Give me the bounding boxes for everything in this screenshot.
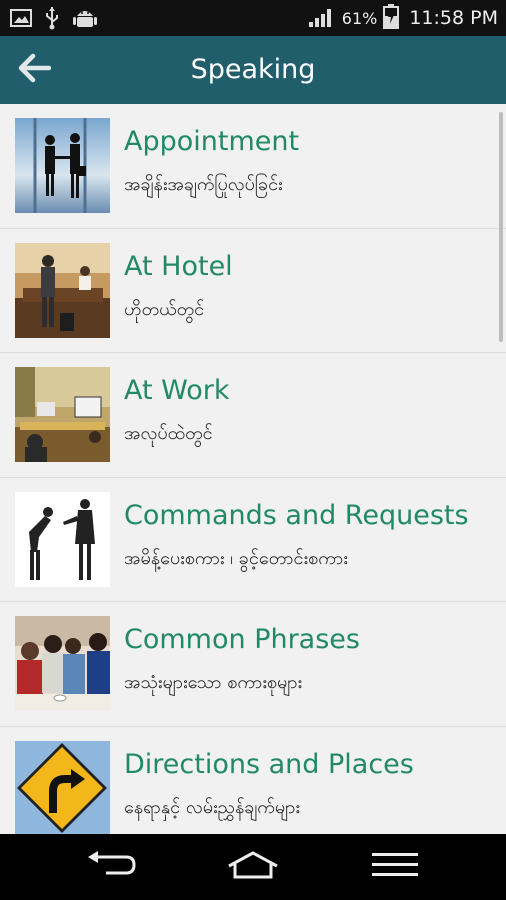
friends-thumbnail bbox=[15, 616, 110, 711]
image-icon bbox=[10, 8, 32, 32]
topic-title: Common Phrases bbox=[124, 624, 360, 655]
road-sign-thumbnail bbox=[15, 740, 110, 834]
system-nav-bar bbox=[0, 834, 506, 900]
hotel-thumbnail bbox=[15, 242, 110, 338]
list-item[interactable]: At Work အလုပ်ထဲတွင် bbox=[0, 353, 506, 478]
topic-list[interactable]: Appointment အချိန်းအချက်ပြုလုပ်ခြင်း At … bbox=[0, 104, 506, 834]
handshake-thumbnail bbox=[15, 118, 110, 213]
list-item[interactable]: At Hotel ဟိုတယ်တွင် bbox=[0, 228, 506, 353]
status-bar: 61% 11:58 PM bbox=[0, 0, 506, 36]
list-scrollbar[interactable] bbox=[499, 112, 503, 342]
list-item[interactable]: Commands and Requests အမိန့်ပေးစကား ၊ ခွ… bbox=[0, 477, 506, 602]
status-right: 61% 11:58 PM bbox=[308, 0, 498, 36]
topic-title: At Hotel bbox=[124, 250, 233, 282]
battery-percent: 61% bbox=[341, 8, 378, 28]
menu-nav-icon bbox=[372, 852, 418, 882]
topic-title: Appointment bbox=[124, 126, 300, 157]
topic-title: Commands and Requests bbox=[124, 499, 469, 531]
nav-home-button[interactable] bbox=[223, 846, 283, 888]
nav-menu-button[interactable] bbox=[365, 846, 425, 888]
signal-icon bbox=[308, 4, 336, 32]
topic-title: At Work bbox=[124, 375, 230, 406]
topic-subtitle: ဟိုတယ်တွင် bbox=[124, 298, 205, 320]
usb-icon bbox=[44, 6, 60, 34]
arrow-back-icon bbox=[17, 53, 52, 87]
topic-title: Directions and Places bbox=[124, 748, 414, 780]
topic-subtitle: အမိန့်ပေးစကား ၊ ခွင့်တောင်းစကား bbox=[124, 547, 348, 569]
topic-subtitle: နေရာနှင့် လမ်းညွှန်ချက်များ bbox=[124, 796, 300, 818]
back-nav-icon bbox=[86, 851, 138, 883]
office-thumbnail bbox=[15, 367, 110, 462]
list-item[interactable]: Appointment အချိန်းအချက်ပြုလုပ်ခြင်း bbox=[0, 104, 506, 229]
status-left-icons bbox=[10, 6, 98, 34]
back-button[interactable] bbox=[14, 50, 54, 90]
bowing-people-thumbnail bbox=[15, 491, 110, 587]
page-title: Speaking bbox=[190, 54, 316, 85]
clock: 11:58 PM bbox=[409, 7, 498, 29]
battery-charging-icon bbox=[383, 3, 400, 33]
list-item[interactable]: Common Phrases အသုံးများသော စကားစုများ bbox=[0, 602, 506, 727]
android-icon bbox=[72, 6, 98, 34]
app-bar: Speaking bbox=[0, 36, 506, 104]
topic-subtitle: အသုံးများသော စကားစုများ bbox=[124, 672, 303, 693]
topic-subtitle: အလုပ်ထဲတွင် bbox=[124, 423, 213, 444]
home-nav-icon bbox=[225, 850, 281, 884]
nav-back-button[interactable] bbox=[82, 846, 142, 888]
list-item[interactable]: Directions and Places နေရာနှင့် လမ်းညွှန… bbox=[0, 726, 506, 834]
topic-subtitle: အချိန်းအချက်ပြုလုပ်ခြင်း bbox=[124, 174, 283, 195]
